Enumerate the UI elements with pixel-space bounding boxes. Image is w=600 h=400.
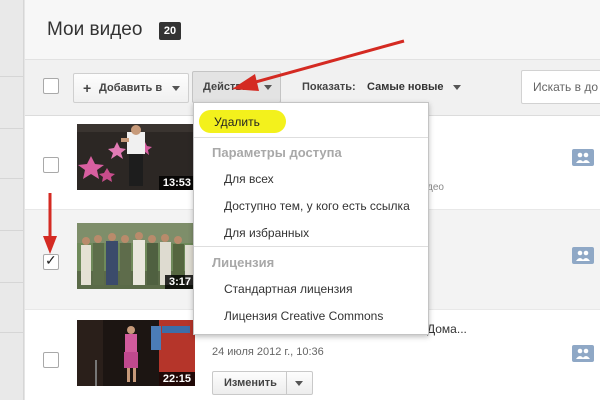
video-date: 24 июля 2012 г., 10:36 xyxy=(212,346,324,358)
video-duration: 3:17 xyxy=(164,275,195,289)
menu-header-license: Лицензия xyxy=(212,255,275,270)
left-sidebar xyxy=(0,0,24,400)
chevron-down-icon xyxy=(264,85,272,90)
button-divider xyxy=(286,372,287,394)
menu-item-license-standard[interactable]: Стандартная лицензия xyxy=(224,282,353,296)
people-icon xyxy=(576,250,590,261)
video-duration: 22:15 xyxy=(158,372,195,386)
chevron-down-icon[interactable] xyxy=(295,381,303,386)
menu-separator xyxy=(194,137,428,138)
sidebar-divider xyxy=(0,282,24,283)
edit-label: Изменить xyxy=(224,377,277,389)
menu-item-access-public[interactable]: Для всех xyxy=(224,172,274,186)
people-icon xyxy=(576,152,590,163)
video-title[interactable]: Дома... xyxy=(427,322,467,336)
video-checkbox-checked[interactable]: ✓ xyxy=(43,252,59,270)
sidebar-divider xyxy=(0,332,24,333)
chevron-down-icon[interactable] xyxy=(453,85,461,90)
page-header: Мои видео 20 xyxy=(25,0,600,60)
menu-item-access-link[interactable]: Доступно тем, у кого есть ссылка xyxy=(224,199,410,213)
menu-separator xyxy=(194,246,428,247)
actions-label: Действия xyxy=(203,81,256,93)
search-input[interactable] xyxy=(522,71,600,103)
sidebar-divider xyxy=(0,230,24,231)
search-box[interactable] xyxy=(521,70,600,104)
add-to-button[interactable]: + Добавить в xyxy=(73,73,189,103)
page-title: Мои видео xyxy=(47,19,143,40)
video-thumbnail[interactable]: 22:15 xyxy=(77,320,195,386)
video-thumbnail[interactable]: 3:17 xyxy=(77,223,195,289)
sort-dropdown[interactable]: Самые новые xyxy=(367,81,444,93)
video-checkbox[interactable] xyxy=(43,352,59,368)
show-label: Показать: xyxy=(302,81,356,93)
menu-header-access: Параметры доступа xyxy=(212,145,342,160)
share-icon[interactable] xyxy=(572,247,594,264)
share-icon[interactable] xyxy=(572,149,594,166)
video-duration: 13:53 xyxy=(158,176,195,190)
actions-menu: Удалить Параметры доступа Для всех Досту… xyxy=(193,102,429,335)
video-meta: део xyxy=(427,182,444,193)
video-thumbnail[interactable]: 13:53 xyxy=(77,124,195,190)
menu-item-license-cc[interactable]: Лицензия Creative Commons xyxy=(224,309,383,323)
chevron-down-icon xyxy=(172,86,180,91)
add-to-label: Добавить в xyxy=(99,82,163,94)
select-all-checkbox[interactable] xyxy=(43,78,59,94)
sidebar-divider xyxy=(0,128,24,129)
video-count-badge: 20 xyxy=(159,22,181,40)
video-manager-panel: Мои видео 20 + Добавить в Действия Показ… xyxy=(25,0,600,400)
edit-button[interactable]: Изменить xyxy=(212,371,313,395)
menu-item-delete[interactable]: Удалить xyxy=(214,115,260,129)
actions-button[interactable]: Действия xyxy=(192,71,281,103)
people-icon xyxy=(576,348,590,359)
plus-icon: + xyxy=(83,80,92,96)
sidebar-divider xyxy=(0,178,24,179)
check-icon: ✓ xyxy=(45,252,57,268)
page: Мои видео 20 + Добавить в Действия Показ… xyxy=(0,0,600,400)
sidebar-divider xyxy=(0,76,24,77)
video-checkbox[interactable] xyxy=(43,157,59,173)
menu-item-access-favorites[interactable]: Для избранных xyxy=(224,226,309,240)
share-icon[interactable] xyxy=(572,345,594,362)
